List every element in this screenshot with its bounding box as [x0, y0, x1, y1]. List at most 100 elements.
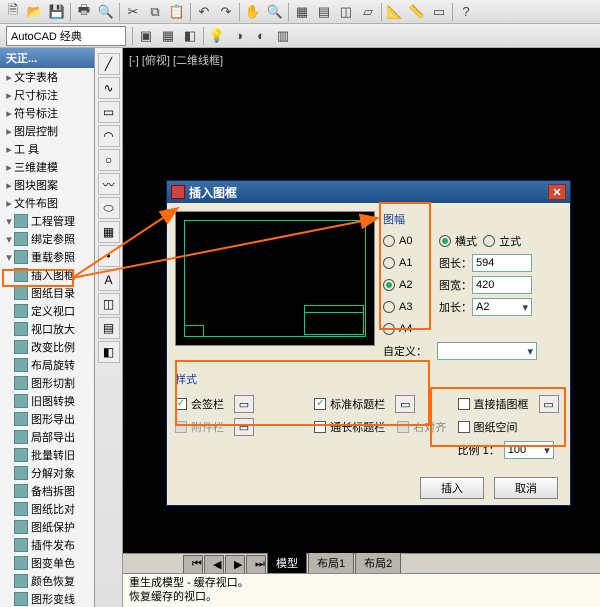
chk-std[interactable] — [314, 398, 326, 410]
sidebar-item[interactable]: 备档拆图 — [0, 482, 94, 500]
std-browse-button[interactable]: ▭ — [395, 395, 415, 413]
help-icon[interactable]: ? — [456, 2, 476, 22]
orient-h-radio[interactable] — [439, 235, 451, 247]
sidebar-category[interactable]: ▸工 具 — [0, 140, 94, 158]
custom-select[interactable] — [437, 342, 537, 360]
pline-icon[interactable]: ∿ — [98, 77, 120, 99]
tab-nav-prev[interactable]: ◀ — [204, 555, 224, 573]
scale-select[interactable]: 100 — [504, 441, 554, 459]
orient-v-radio[interactable] — [483, 235, 495, 247]
sidebar-item[interactable]: 插入图框 — [0, 266, 94, 284]
tool-icon[interactable]: ▭ — [429, 2, 449, 22]
sidebar-item[interactable]: 图纸保护 — [0, 518, 94, 536]
sidebar-category[interactable]: ▸图层控制 — [0, 122, 94, 140]
size-radio-A1[interactable] — [383, 257, 395, 269]
arc-icon[interactable]: ◠ — [98, 125, 120, 147]
rect-icon[interactable]: ▭ — [98, 101, 120, 123]
sidebar-item[interactable]: 改变比例 — [0, 338, 94, 356]
point-icon[interactable]: • — [98, 245, 120, 267]
sidebar-item[interactable]: 视口放大 — [0, 320, 94, 338]
tool-icon[interactable]: ◫ — [336, 2, 356, 22]
width-input[interactable] — [472, 276, 532, 294]
new-icon[interactable]: 🗎 — [3, 2, 23, 22]
tab-model[interactable]: 模型 — [267, 552, 307, 573]
sidebar-item[interactable]: 图形变线 — [0, 590, 94, 607]
ellipse-icon[interactable]: ⬭ — [98, 197, 120, 219]
chk-paper[interactable] — [458, 421, 470, 433]
tab-nav-first[interactable]: ⏮ — [183, 555, 203, 573]
sidebar-item[interactable]: 局部导出 — [0, 428, 94, 446]
workspace-combo[interactable]: AutoCAD 经典 — [6, 26, 126, 46]
sidebar-category[interactable]: ▸图块图案 — [0, 176, 94, 194]
sidebar-item[interactable]: ▾绑定参照 — [0, 230, 94, 248]
table-icon[interactable]: ▤ — [98, 317, 120, 339]
region-icon[interactable]: ◧ — [98, 341, 120, 363]
attach-browse-button[interactable]: ▭ — [234, 418, 254, 436]
sidebar-category[interactable]: ▸尺寸标注 — [0, 86, 94, 104]
sidebar-item[interactable]: 颜色恢复 — [0, 572, 94, 590]
tool-icon[interactable]: ▦ — [292, 2, 312, 22]
tool-icon[interactable]: ◐ — [251, 26, 271, 46]
sidebar-item[interactable]: 批量转旧 — [0, 446, 94, 464]
circle-icon[interactable]: ○ — [98, 149, 120, 171]
cancel-button[interactable]: 取消 — [494, 477, 558, 499]
tool-icon[interactable]: ▣ — [136, 26, 156, 46]
sidebar-item[interactable]: ▾重载参照 — [0, 248, 94, 266]
tool-icon[interactable]: 📏 — [407, 2, 427, 22]
tool-icon[interactable]: ▥ — [273, 26, 293, 46]
line-icon[interactable]: ╱ — [98, 53, 120, 75]
dialog-titlebar[interactable]: 插入图框 ✕ — [167, 181, 570, 203]
print-icon[interactable]: 🖶 — [74, 2, 94, 22]
sidebar-category[interactable]: ▸文件布图 — [0, 194, 94, 212]
sidebar-category[interactable]: ▸文字表格 — [0, 68, 94, 86]
direct-browse-button[interactable]: ▭ — [539, 395, 559, 413]
tool-icon[interactable]: ▤ — [314, 2, 334, 22]
paste-icon[interactable]: 📋 — [167, 2, 187, 22]
tab-nav-next[interactable]: ▶ — [225, 555, 245, 573]
tool-icon[interactable]: ◧ — [180, 26, 200, 46]
copy-icon[interactable]: ⧉ — [145, 2, 165, 22]
sidebar-item[interactable]: 图纸比对 — [0, 500, 94, 518]
length-input[interactable] — [472, 254, 532, 272]
sidebar-item[interactable]: 定义视口 — [0, 302, 94, 320]
chk-direct[interactable] — [458, 398, 470, 410]
tool-icon[interactable]: ▱ — [358, 2, 378, 22]
sidebar-category[interactable]: ▸三维建模 — [0, 158, 94, 176]
size-radio-A2[interactable] — [383, 279, 395, 291]
sidebar-item[interactable]: 图纸目录 — [0, 284, 94, 302]
size-radio-A4[interactable] — [383, 323, 395, 335]
open-icon[interactable]: 📂 — [25, 2, 45, 22]
size-radio-A3[interactable] — [383, 301, 395, 313]
sidebar-item[interactable]: 图形导出 — [0, 410, 94, 428]
preview-icon[interactable]: 🔍 — [96, 2, 116, 22]
tab-nav-last[interactable]: ⏭ — [246, 555, 266, 573]
undo-icon[interactable]: ↶ — [194, 2, 214, 22]
bulb-icon[interactable]: 💡 — [207, 26, 227, 46]
spline-icon[interactable]: 〰 — [98, 173, 120, 195]
sidebar-item[interactable]: 布局旋转 — [0, 356, 94, 374]
tab-layout1[interactable]: 布局1 — [308, 552, 354, 573]
sidebar-item[interactable]: 图形切割 — [0, 374, 94, 392]
tab-layout2[interactable]: 布局2 — [355, 552, 401, 573]
sidebar-item[interactable]: 插件发布 — [0, 536, 94, 554]
redo-icon[interactable]: ↷ — [216, 2, 236, 22]
hatch-icon[interactable]: ▦ — [98, 221, 120, 243]
zoom-icon[interactable]: 🔍 — [265, 2, 285, 22]
chk-sign[interactable] — [175, 398, 187, 410]
cut-icon[interactable]: ✂ — [123, 2, 143, 22]
tool-icon[interactable]: ▦ — [158, 26, 178, 46]
sidebar-item[interactable]: 分解对象 — [0, 464, 94, 482]
text-icon[interactable]: A — [98, 269, 120, 291]
sidebar-item[interactable]: 图变单色 — [0, 554, 94, 572]
chk-full[interactable] — [314, 421, 326, 433]
save-icon[interactable]: 💾 — [47, 2, 67, 22]
close-icon[interactable]: ✕ — [548, 184, 566, 200]
sidebar-item[interactable]: 旧图转换 — [0, 392, 94, 410]
sidebar-item[interactable]: ▾工程管理 — [0, 212, 94, 230]
ext-select[interactable]: A2 — [472, 298, 532, 316]
tool-icon[interactable]: 📐 — [385, 2, 405, 22]
command-line[interactable]: 重生成模型 - 缓存视口。 恢复缓存的视口。 — [123, 573, 600, 607]
block-icon[interactable]: ◫ — [98, 293, 120, 315]
sign-browse-button[interactable]: ▭ — [234, 395, 254, 413]
tool-icon[interactable]: ◑ — [229, 26, 249, 46]
